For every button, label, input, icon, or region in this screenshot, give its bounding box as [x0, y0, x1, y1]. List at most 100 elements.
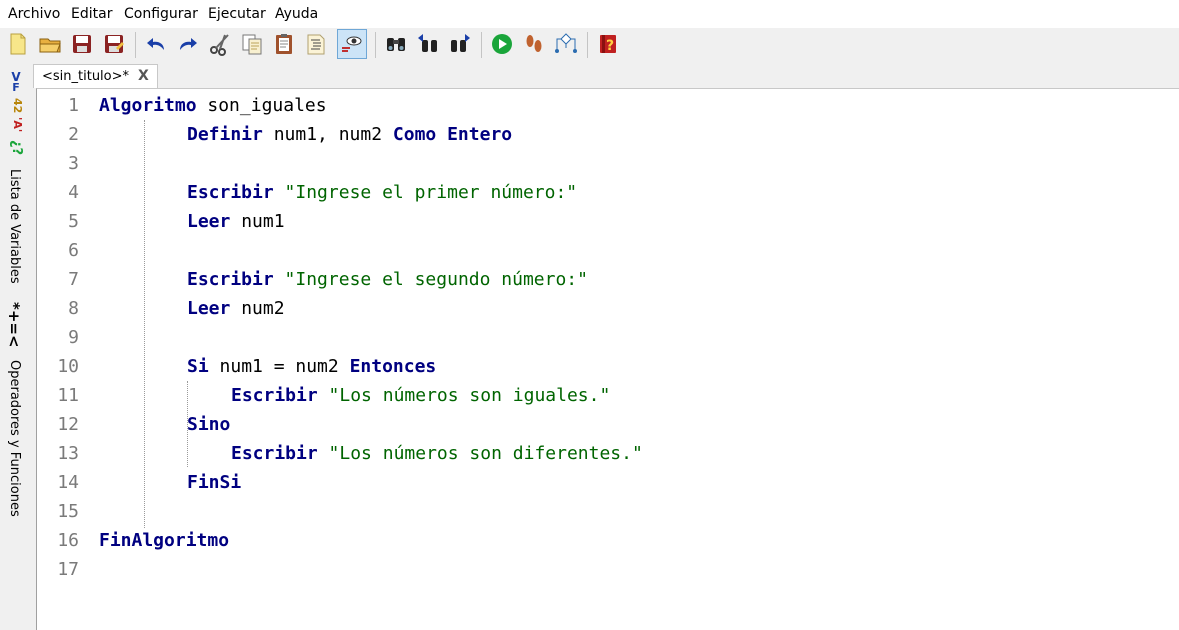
redo-icon [180, 38, 197, 50]
code-text: Leer num1 [187, 207, 285, 236]
cut-button[interactable] [205, 29, 235, 59]
identifier-token: num1 = num2 [208, 356, 350, 377]
flowchart-button[interactable] [551, 29, 581, 59]
keyword-token: Escribir [187, 269, 274, 290]
identifier-token [274, 269, 285, 290]
identifier-token: son_iguales [196, 95, 327, 116]
variables-list-tab[interactable]: Lista de Variables [6, 169, 22, 284]
inspect-icon [342, 36, 362, 52]
code-line[interactable]: 17 [37, 555, 1177, 584]
undo-button[interactable] [141, 29, 171, 59]
identifier-token [318, 443, 329, 464]
code-line[interactable]: 13 Escribir "Los números son diferentes." [37, 439, 1177, 468]
step-icon [526, 35, 542, 52]
code-text: Escribir "Los números son iguales." [231, 381, 610, 410]
code-line[interactable]: 15 [37, 497, 1177, 526]
find-next-button[interactable] [445, 29, 475, 59]
keyword-token: Como Entero [392, 124, 513, 145]
code-line[interactable]: 3 [37, 149, 1177, 178]
inspect-button[interactable] [337, 29, 367, 59]
code-line[interactable]: 2 Definir num1, num2 Como Entero [37, 120, 1177, 149]
search-icon [387, 38, 405, 51]
paste-icon [276, 34, 292, 54]
f-icon: F [12, 81, 20, 94]
identifier-token: num2 [230, 298, 285, 319]
paste-button[interactable] [269, 29, 299, 59]
open-file-icon [39, 38, 61, 53]
operators-icon: *+=< [5, 302, 23, 348]
code-text: Sino [187, 410, 230, 439]
step-button[interactable] [519, 29, 549, 59]
menu-ayuda[interactable]: Ayuda [275, 6, 318, 23]
line-number: 8 [68, 298, 79, 319]
code-line[interactable]: 11 Escribir "Los números son iguales." [37, 381, 1177, 410]
toolbar-separator [135, 32, 136, 58]
keyword-token: Escribir [187, 182, 274, 203]
undo-icon [147, 38, 164, 50]
new-file-button[interactable] [3, 29, 33, 59]
operators-functions-tab[interactable]: Operadores y Funciones [6, 360, 22, 517]
code-text: Si num1 = num2 Entonces [187, 352, 436, 381]
redo-button[interactable] [173, 29, 203, 59]
indent-button[interactable] [301, 29, 331, 59]
code-line[interactable]: 10 Si num1 = num2 Entonces [37, 352, 1177, 381]
code-line[interactable]: 16 FinAlgoritmo [37, 526, 1177, 555]
run-button[interactable] [487, 29, 517, 59]
save-button[interactable] [67, 29, 97, 59]
toolbar-separator [481, 32, 482, 58]
line-number: 16 [57, 530, 79, 551]
code-line[interactable]: 8 Leer num2 [37, 294, 1177, 323]
search-button[interactable] [381, 29, 411, 59]
code-line[interactable]: 6 [37, 236, 1177, 265]
copy-button[interactable] [237, 29, 267, 59]
number-icon: 42 [11, 98, 24, 114]
code-line[interactable]: 4 Escribir "Ingrese el primer número:" [37, 178, 1177, 207]
line-number: 11 [57, 385, 79, 406]
line-number: 4 [68, 182, 79, 203]
code-text: Algoritmo son_iguales [99, 91, 327, 120]
menu-bar: Archivo Editar Configurar Ejecutar Ayuda [0, 0, 1179, 28]
code-line[interactable]: 14 FinSi [37, 468, 1177, 497]
line-number: 10 [57, 356, 79, 377]
line-number: 5 [68, 211, 79, 232]
line-number: 9 [68, 327, 79, 348]
toolbar-separator [587, 32, 588, 58]
help-button[interactable]: ? [593, 29, 623, 59]
line-number: 6 [68, 240, 79, 261]
keyword-token: Escribir [231, 385, 318, 406]
menu-archivo[interactable]: Archivo [8, 6, 60, 23]
keyword-token: Sino [187, 414, 231, 435]
identifier-token: num1 [230, 211, 285, 232]
code-line[interactable]: 1 Algoritmo son_iguales [37, 91, 1177, 120]
keyword-token: FinAlgoritmo [99, 530, 230, 551]
save-as-button[interactable] [99, 29, 129, 59]
code-line[interactable]: 7 Escribir "Ingrese el segundo número:" [37, 265, 1177, 294]
code-editor[interactable]: 1 Algoritmo son_iguales 2 Definir num1, num… [36, 88, 1179, 630]
keyword-token: Algoritmo [99, 95, 197, 116]
tab-sin-titulo[interactable]: <sin_titulo>* X [33, 64, 158, 88]
menu-editar[interactable]: Editar [71, 6, 112, 23]
keyword-token: FinSi [187, 472, 242, 493]
indent-icon [307, 34, 325, 55]
toolbar: ? [0, 28, 1179, 62]
string-token: "Ingrese el primer número:" [284, 182, 578, 203]
save-as-icon [105, 35, 124, 53]
keyword-token: Leer [187, 298, 231, 319]
code-line[interactable]: 12 Sino [37, 410, 1177, 439]
find-next-icon [451, 34, 470, 52]
code-line[interactable]: 9 [37, 323, 1177, 352]
code-line[interactable]: 5 Leer num1 [37, 207, 1177, 236]
open-file-button[interactable] [35, 29, 65, 59]
close-icon[interactable]: X [138, 68, 149, 84]
menu-ejecutar[interactable]: Ejecutar [208, 6, 266, 23]
code-text: Escribir "Ingrese el segundo número:" [187, 265, 588, 294]
keyword-token: Definir [187, 124, 263, 145]
code-text: FinAlgoritmo [99, 526, 229, 555]
find-previous-button[interactable] [413, 29, 443, 59]
code-text: Definir num1, num2 Como Entero [187, 120, 512, 149]
save-icon [73, 35, 91, 53]
find-previous-icon [418, 34, 437, 52]
svg-text:?: ? [606, 38, 614, 54]
code-text: Escribir "Ingrese el primer número:" [187, 178, 577, 207]
menu-configurar[interactable]: Configurar [124, 6, 198, 23]
